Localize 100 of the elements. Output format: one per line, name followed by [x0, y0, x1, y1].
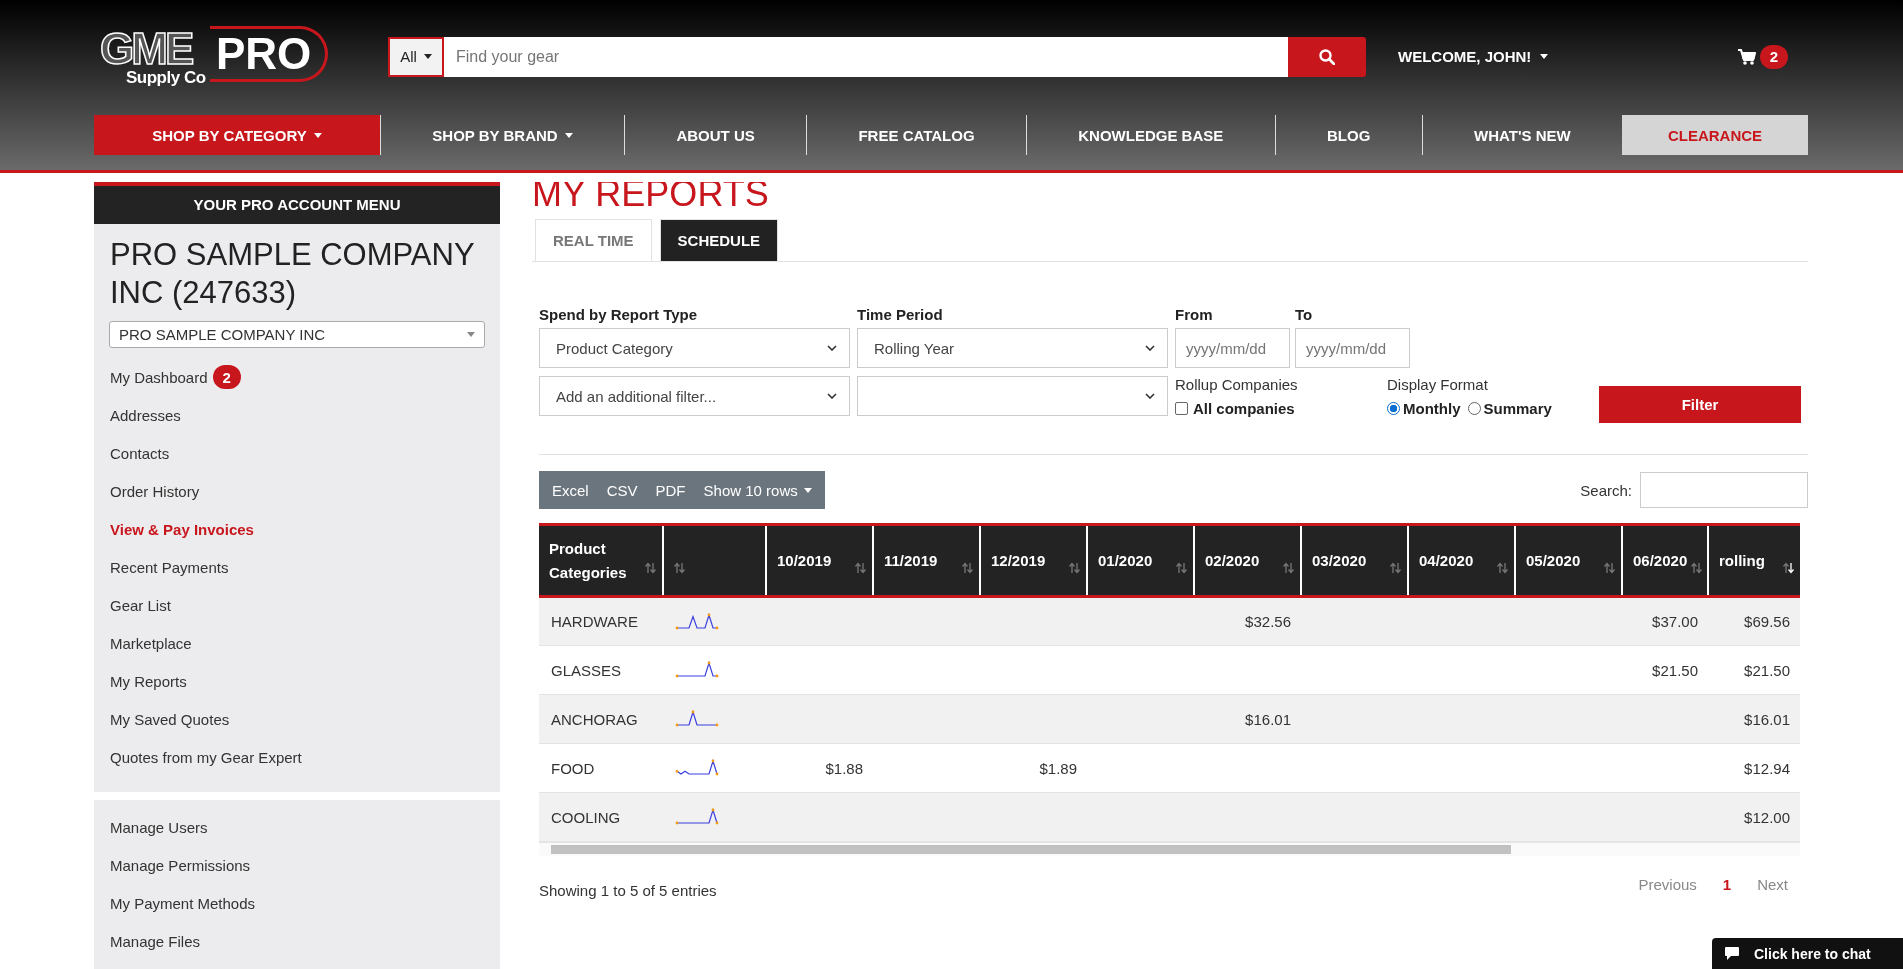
field-label: Display Format	[1387, 376, 1489, 395]
dropdown[interactable]: Product Category	[539, 328, 850, 368]
nav-link[interactable]: FREE CATALOG	[806, 115, 1026, 155]
radio-button[interactable]	[1467, 402, 1481, 415]
date-field[interactable]: yyyy/mm/dd	[1295, 328, 1410, 368]
chat-bubble-icon	[1724, 946, 1740, 961]
menu-link[interactable]: My Dashboard	[110, 368, 208, 386]
account-menu[interactable]: WELCOME, JOHN!	[1398, 48, 1549, 65]
menu-link[interactable]: Gear List	[110, 596, 171, 614]
page-link[interactable]: 1	[1708, 874, 1746, 899]
notification-badge: 2	[212, 365, 241, 389]
date-field[interactable]: yyyy/mm/dd	[1175, 328, 1290, 368]
company-dropdown[interactable]: PRO SAMPLE COMPANY INC	[109, 321, 485, 348]
column-header[interactable]: 06/2020	[1622, 524, 1708, 597]
logo-word[interactable]: PRO	[210, 25, 329, 82]
menu-link[interactable]: View & Pay Invoices	[110, 520, 254, 538]
field-label: Rollup Companies	[1175, 376, 1299, 395]
filter-button[interactable]: Filter	[1599, 386, 1801, 423]
field-label: From	[1175, 306, 1214, 325]
search-field[interactable]: Find your gear	[444, 36, 1288, 77]
table-cell: GLASSES	[551, 661, 622, 679]
column-header[interactable]: 11/2019	[873, 524, 980, 597]
field-label: Spend by Report Type	[539, 306, 699, 325]
scrollbar[interactable]	[539, 842, 1800, 856]
cart-icon	[1738, 48, 1756, 65]
nav-link[interactable]: SHOP BY CATEGORY	[94, 115, 380, 155]
table-cell: $1.89	[1039, 759, 1077, 777]
caret-icon	[803, 487, 812, 493]
menu-link[interactable]: Manage Files	[110, 932, 201, 950]
table-cell: $12.94	[1744, 759, 1790, 777]
tab[interactable]: REAL TIME	[535, 219, 652, 261]
search-button[interactable]	[1288, 36, 1366, 77]
table-cell: ANCHORAG	[551, 710, 638, 728]
cart-count-badge: 2	[1760, 44, 1788, 69]
chevron-icon	[1145, 393, 1155, 399]
table-cell: $21.50	[1652, 661, 1698, 679]
radio-button[interactable]	[1387, 402, 1400, 415]
caret-icon	[423, 54, 432, 59]
nav-link[interactable]: SHOP BY BRAND	[380, 115, 625, 155]
company-name: PRO SAMPLE COMPANY INC (247633)	[109, 236, 476, 312]
logo-tagline[interactable]: Supply Co	[126, 67, 206, 88]
column-header[interactable]: rolling	[1708, 524, 1800, 597]
menu-link[interactable]: My Saved Quotes	[110, 710, 230, 728]
field-label: Time Period	[857, 306, 944, 325]
chevron-icon	[1145, 345, 1155, 351]
table-cell: $32.56	[1245, 613, 1291, 630]
sparkline-drawing	[675, 612, 719, 631]
column-header[interactable]: Product Categories	[539, 524, 663, 597]
column-header[interactable]: 02/2020	[1194, 524, 1301, 597]
column-header[interactable]: 12/2019	[980, 524, 1087, 597]
menu-link[interactable]: Recent Payments	[110, 558, 229, 576]
sparkline-drawing	[675, 808, 719, 826]
menu-link[interactable]: My Payment Methods	[110, 894, 256, 912]
menu-link[interactable]: Manage Permissions	[110, 856, 251, 874]
column-header[interactable]: 05/2020	[1515, 524, 1622, 597]
menu-link[interactable]: Marketplace	[110, 634, 192, 652]
menu-link[interactable]: Quotes from my Gear Expert	[110, 748, 302, 766]
menu-link[interactable]: Addresses	[110, 406, 181, 424]
entries-info: Showing 1 to 5 of 5 entries	[539, 882, 717, 899]
column-header[interactable]: 03/2020	[1301, 524, 1408, 597]
nav-link[interactable]: BLOG	[1274, 115, 1422, 155]
sparkline-drawing	[675, 710, 719, 728]
caret-icon	[1540, 54, 1549, 59]
column-header[interactable]	[663, 524, 766, 597]
table-cell: COOLING	[551, 808, 621, 826]
table-cell: FOOD	[551, 759, 595, 777]
checkbox-label: All companies	[1193, 400, 1295, 417]
sparkline-drawing	[675, 661, 719, 679]
dropdown[interactable]: Rolling Year	[857, 328, 1168, 368]
column-header[interactable]: 01/2020	[1087, 524, 1194, 597]
menu-link[interactable]: Manage Users	[110, 818, 208, 836]
search-label: Search:	[1580, 481, 1632, 499]
menu-link[interactable]: Order History	[110, 482, 200, 500]
caret-icon	[467, 332, 475, 337]
table-cell: $69.56	[1744, 613, 1790, 630]
table-cell: HARDWARE	[551, 613, 638, 630]
menu-link[interactable]: My Reports	[110, 672, 187, 690]
chat-button[interactable]: Click here to chat	[1712, 938, 1903, 969]
table-cell: $37.00	[1652, 613, 1698, 630]
tab[interactable]: SCHEDULE	[659, 219, 779, 261]
cart-button[interactable]	[1738, 48, 1756, 65]
column-header[interactable]: 10/2019	[766, 524, 873, 597]
menu-link[interactable]: Contacts	[110, 444, 170, 462]
nav-link[interactable]: ABOUT US	[624, 115, 807, 155]
chevron-icon	[827, 393, 837, 399]
table-search-field[interactable]	[1640, 472, 1808, 508]
chevron-icon	[827, 345, 837, 351]
nav-link[interactable]: CLEARANCE	[1622, 115, 1809, 155]
checkbox[interactable]	[1175, 402, 1188, 415]
search-icon	[1319, 48, 1335, 65]
dropdown[interactable]: Add an additional filter...	[539, 376, 850, 416]
radio-label: Summary	[1483, 400, 1552, 417]
table-cell: $1.88	[825, 759, 863, 777]
radio-label: Monthly	[1403, 400, 1461, 417]
sparkline-drawing	[675, 759, 719, 777]
field-label: To	[1295, 306, 1314, 325]
nav-link[interactable]: KNOWLEDGE BASE	[1025, 115, 1275, 155]
table-cell: $16.01	[1245, 710, 1291, 728]
scope-dropdown[interactable]: All	[388, 36, 444, 77]
column-header[interactable]: 04/2020	[1408, 524, 1515, 597]
